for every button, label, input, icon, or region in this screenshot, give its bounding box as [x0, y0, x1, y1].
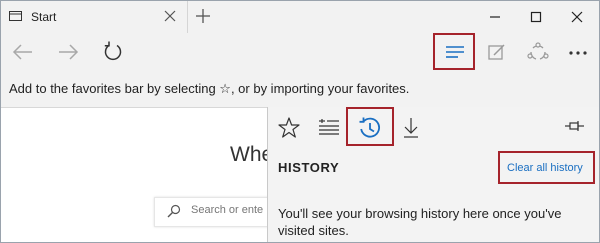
navigation-bar [1, 33, 599, 71]
favorites-bar-message: Add to the favorites bar by selecting ☆,… [9, 81, 410, 96]
maximize-icon[interactable] [526, 7, 546, 27]
web-note-icon[interactable] [484, 40, 510, 64]
history-empty-message: You'll see your browsing history here on… [278, 206, 562, 238]
history-icon[interactable] [357, 115, 383, 141]
history-heading: HISTORY [278, 160, 340, 175]
more-icon[interactable] [565, 40, 591, 64]
browser-window: Start Add to the favorites bar by select… [0, 0, 600, 243]
share-icon[interactable] [525, 40, 551, 64]
clear-all-history-link[interactable]: Clear all history [507, 162, 583, 174]
new-tab-icon[interactable] [195, 8, 211, 24]
forward-arrow-icon[interactable] [55, 40, 81, 64]
reading-list-icon[interactable] [316, 115, 342, 141]
refresh-icon[interactable] [100, 40, 126, 64]
favorites-star-icon[interactable] [276, 115, 302, 141]
tab-start[interactable]: Start [1, 1, 188, 33]
page-icon [9, 11, 22, 21]
tab-title: Start [31, 10, 57, 24]
back-arrow-icon[interactable] [10, 40, 36, 64]
search-icon [167, 204, 181, 218]
search-placeholder: Search or ente [191, 204, 264, 216]
hub-panel: HISTORY Clear all history You'll see you… [267, 107, 599, 242]
pin-icon[interactable] [564, 117, 586, 135]
tab-bar: Start [1, 1, 599, 33]
hub-icon[interactable] [442, 40, 468, 64]
minimize-icon[interactable] [485, 7, 505, 27]
close-icon[interactable] [162, 8, 178, 24]
window-close-icon[interactable] [567, 7, 587, 27]
favorites-bar: Add to the favorites bar by selecting ☆,… [1, 71, 599, 108]
downloads-icon[interactable] [398, 115, 424, 141]
